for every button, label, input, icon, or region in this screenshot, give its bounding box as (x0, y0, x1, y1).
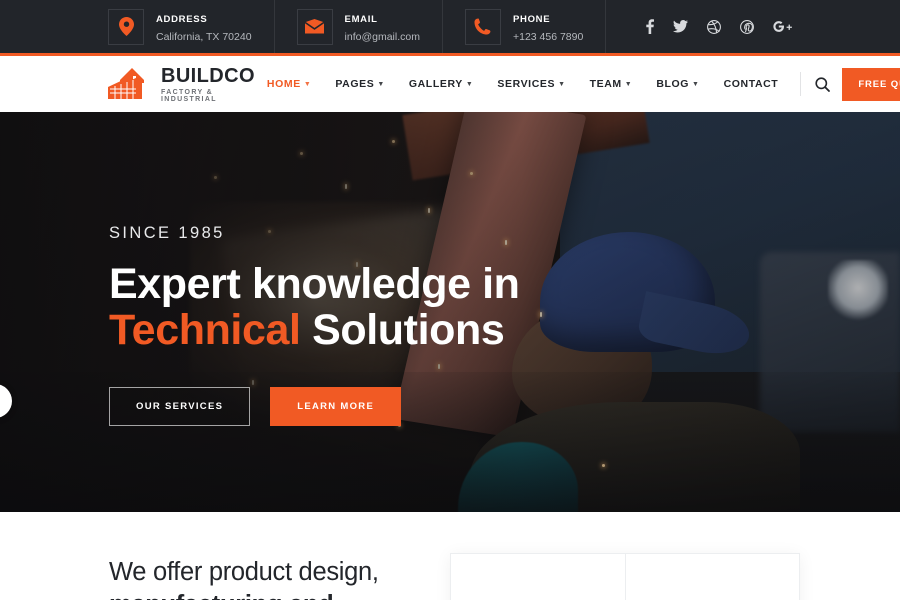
nav-item-blog-label: BLOG (656, 78, 690, 90)
section-heading-line2: manufacturing and (109, 589, 439, 600)
hero-eyebrow: SINCE 1985 (109, 224, 225, 242)
section-heading-line1: We offer product design, (109, 558, 379, 586)
hero-title: Expert knowledge in Technical Solutions (109, 261, 729, 353)
logo-name: BUILDCO (161, 64, 255, 87)
chevron-left-icon: ❮ (0, 392, 1, 410)
nav-item-home[interactable]: HOME ▼ (255, 78, 323, 90)
factory-building-icon (108, 67, 153, 101)
hero-banner: SINCE 1985 Expert knowledge in Technical… (0, 112, 900, 512)
nav-item-services[interactable]: SERVICES ▼ (485, 78, 577, 90)
location-pin-icon (108, 8, 144, 45)
nav-item-home-label: HOME (266, 78, 301, 90)
chevron-down-icon: ▼ (692, 80, 700, 88)
social-links (646, 19, 880, 34)
nav-menu: HOME ▼ PAGES ▼ GALLERY ▼ SERVICES ▼ TEAM… (255, 67, 900, 101)
top-info-bar: ADDRESS California, TX 70240 EMAIL info@… (0, 0, 900, 53)
chevron-down-icon: ▼ (303, 80, 312, 88)
feature-item-2[interactable] (624, 554, 800, 600)
topbar-address-value: California, TX 70240 (156, 31, 252, 44)
free-quote-button[interactable]: FREE QUOTE (842, 67, 900, 101)
hero-content: SINCE 1985 Expert knowledge in Technical… (109, 224, 729, 426)
pinterest-icon[interactable] (740, 19, 754, 34)
learn-more-button[interactable]: LEARN MORE (270, 387, 402, 426)
nav-item-pages-label: PAGES (335, 78, 375, 90)
search-icon[interactable] (803, 76, 842, 92)
nav-item-team[interactable]: TEAM ▼ (578, 78, 645, 90)
twitter-icon[interactable] (673, 20, 688, 33)
topbar-phone-value: +123 456 7890 (512, 31, 584, 44)
chevron-down-icon: ▼ (624, 80, 633, 88)
nav-item-contact-label: CONTACT (723, 78, 779, 90)
hero-buttons: OUR SERVICES LEARN MORE (109, 387, 729, 426)
topbar-address: ADDRESS California, TX 70240 (108, 0, 275, 53)
hero-title-line2-rest: Solutions (300, 306, 505, 354)
hero-title-accent: Technical (109, 306, 301, 354)
main-navigation-bar: BUILDCO FACTORY & INDUSTRIAL HOME ▼ PAGE… (0, 56, 900, 112)
topbar-address-title: ADDRESS (156, 14, 208, 26)
nav-divider (800, 72, 802, 96)
chevron-down-icon: ▼ (465, 80, 474, 88)
page-root: ADDRESS California, TX 70240 EMAIL info@… (0, 0, 900, 600)
site-logo[interactable]: BUILDCO FACTORY & INDUSTRIAL (108, 66, 255, 103)
nav-item-services-label: SERVICES (497, 78, 556, 90)
about-section: We offer product design, manufacturing a… (0, 512, 900, 600)
topbar-email-value: info@gmail.com (344, 31, 420, 44)
nav-item-pages[interactable]: PAGES ▼ (323, 78, 397, 90)
facebook-icon[interactable] (646, 19, 654, 34)
logo-tagline: FACTORY & INDUSTRIAL (161, 88, 217, 103)
chevron-down-icon: ▼ (558, 80, 566, 88)
feature-card (450, 553, 800, 600)
topbar-phone: PHONE +123 456 7890 (443, 0, 607, 53)
nav-item-gallery[interactable]: GALLERY ▼ (397, 78, 486, 90)
hero-title-line1: Expert knowledge in (109, 260, 520, 308)
feature-item-1[interactable] (451, 554, 625, 600)
chevron-down-icon: ▼ (377, 80, 385, 88)
nav-item-gallery-label: GALLERY (408, 78, 463, 90)
phone-icon (464, 8, 501, 45)
google-plus-icon[interactable] (773, 20, 792, 33)
our-services-button[interactable]: OUR SERVICES (109, 387, 251, 426)
nav-item-blog[interactable]: BLOG ▼ (644, 78, 711, 90)
envelope-icon (296, 8, 333, 45)
nav-item-team-label: TEAM (589, 78, 622, 90)
nav-item-contact[interactable]: CONTACT (712, 78, 791, 90)
section-heading: We offer product design, manufacturing a… (109, 556, 439, 600)
topbar-email-title: EMAIL (344, 14, 378, 26)
topbar-phone-title: PHONE (512, 14, 551, 26)
dribbble-icon[interactable] (707, 19, 721, 34)
topbar-email: EMAIL info@gmail.com (275, 0, 443, 53)
